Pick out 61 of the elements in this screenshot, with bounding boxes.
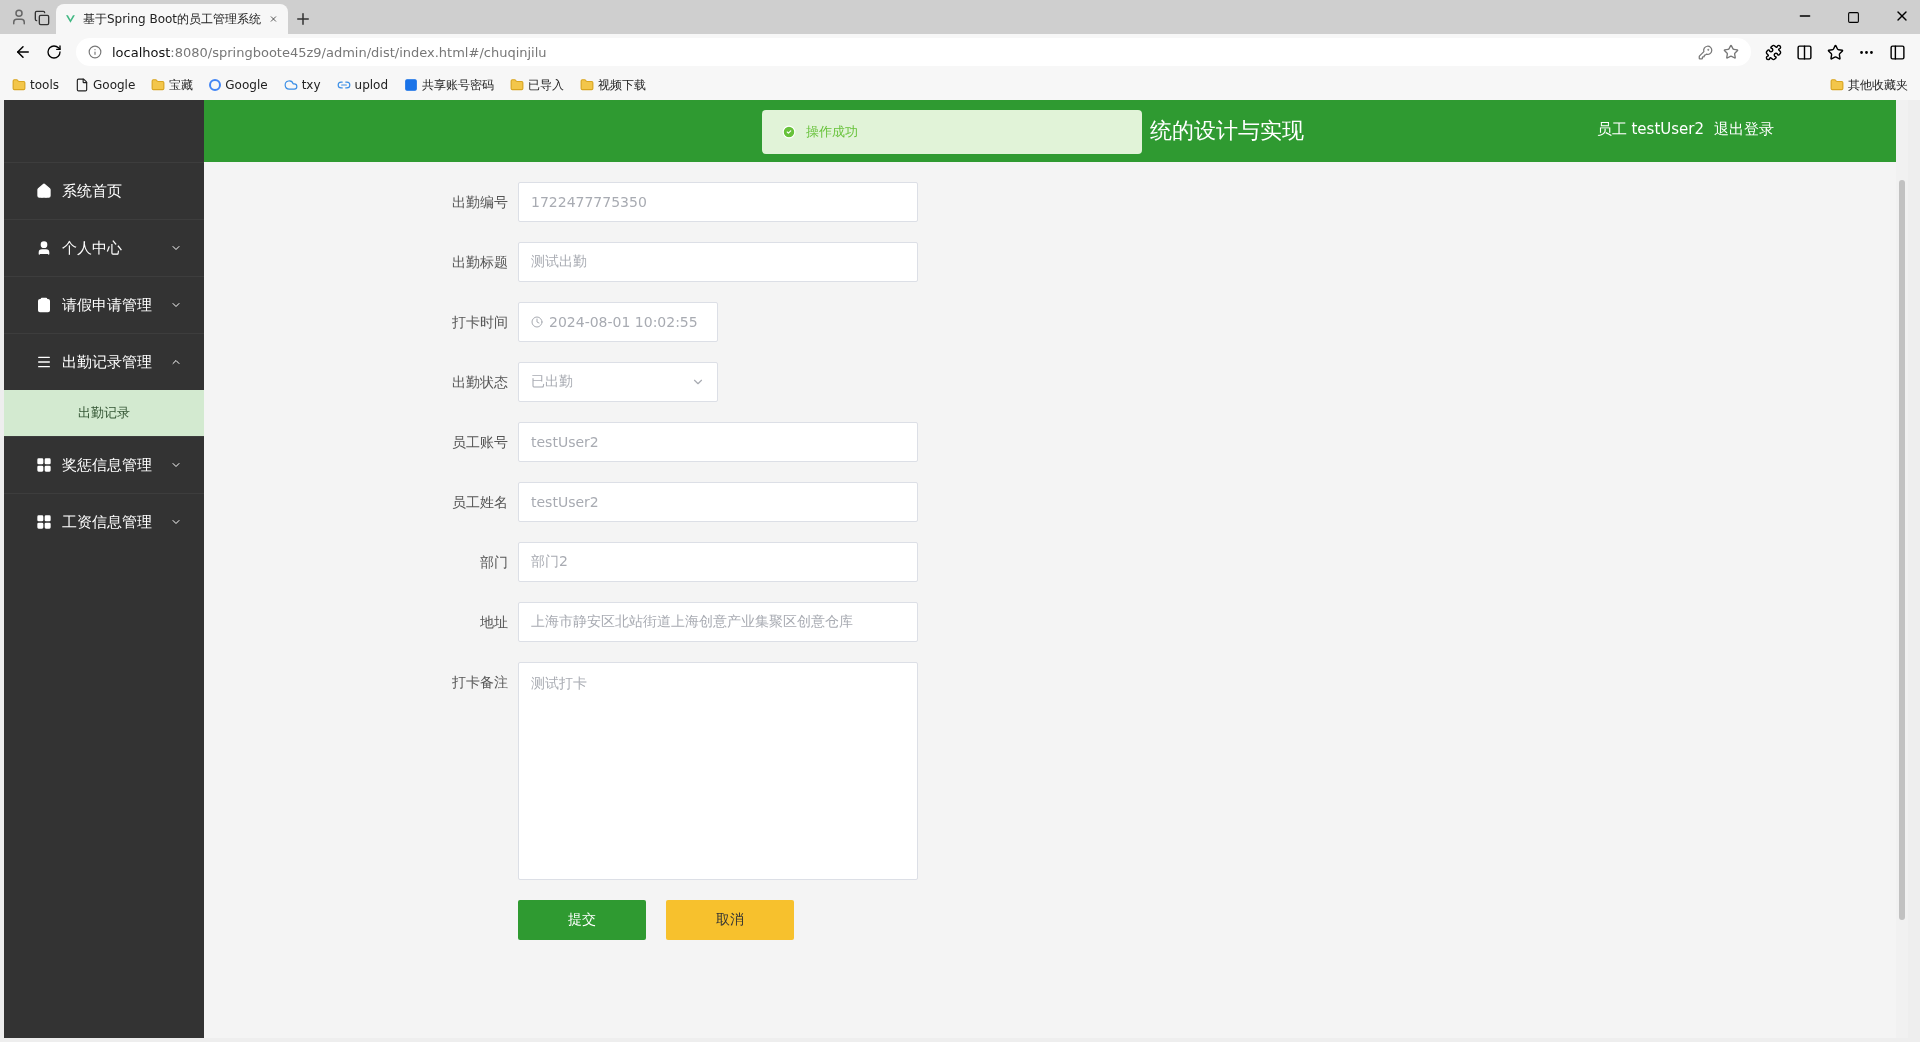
user-name: 员工 testUser2 [1596, 120, 1704, 139]
folder-icon [580, 78, 595, 92]
app-icon [404, 78, 419, 92]
bookmark[interactable]: 视频下载 [580, 76, 647, 94]
bookmark[interactable]: 宝藏 [151, 76, 194, 94]
bookmark[interactable]: 其他收藏夹 [1830, 76, 1908, 94]
folder-icon [151, 78, 166, 92]
bookmark[interactable]: tools [12, 78, 59, 92]
logout-link[interactable]: 退出登录 [1714, 120, 1774, 139]
scrollbar-thumb[interactable] [1899, 180, 1905, 920]
google-icon [209, 79, 222, 91]
vue-icon [66, 13, 75, 25]
field-label: 员工账号 [451, 433, 508, 452]
cancel-button[interactable]: 取消 [666, 900, 794, 940]
user-icon [36, 240, 52, 256]
back-icon[interactable] [14, 43, 32, 61]
clipboard-icon [36, 297, 52, 313]
link-icon [336, 78, 351, 92]
home-icon [36, 183, 52, 199]
info-icon [88, 45, 102, 59]
bookmark[interactable]: uplod [336, 78, 389, 92]
reload-icon[interactable] [46, 44, 62, 60]
bookmark[interactable]: Google [75, 78, 136, 92]
field-label: 地址 [479, 613, 508, 632]
bookmark[interactable]: 已导入 [510, 76, 565, 94]
key-icon[interactable] [1698, 44, 1713, 60]
clock-icon [531, 316, 543, 328]
extensions-icon[interactable] [1765, 43, 1782, 61]
folder-icon [12, 78, 26, 92]
field-label: 出勤编号 [451, 193, 508, 212]
field-label: 部门 [479, 553, 508, 572]
split-screen-icon[interactable] [1796, 43, 1813, 61]
star-icon[interactable] [1723, 44, 1739, 60]
new-tab-icon[interactable] [294, 10, 312, 28]
profile-icon[interactable] [10, 8, 28, 26]
favorites-icon[interactable] [1827, 43, 1844, 61]
field-label: 员工姓名 [451, 493, 508, 512]
sidebar-icon[interactable] [1889, 43, 1906, 61]
check-icon [782, 125, 796, 139]
folder-icon [1830, 78, 1844, 92]
bookmark[interactable]: txy [283, 78, 321, 92]
grid-icon [36, 457, 52, 473]
folder-icon [510, 78, 525, 92]
field-label: 打卡备注 [451, 673, 508, 692]
submenu-item[interactable]: 出勤记录 [4, 390, 204, 436]
list-icon [36, 354, 52, 370]
field-label: 出勤状态 [451, 373, 508, 392]
page-icon [75, 78, 89, 92]
bookmark[interactable]: Google [209, 78, 268, 92]
grid-icon [36, 514, 52, 530]
page-title: 统的设计与实现 [1150, 117, 1304, 145]
field-label: 出勤标题 [451, 253, 508, 272]
address-field[interactable]: localhost:8080/springboote45z9/admin/dist/index.html#/chuqinjilu [76, 38, 1751, 66]
bookmark[interactable]: 共享账号密码 [404, 76, 495, 94]
cloud-icon [283, 78, 298, 92]
tabs-icon[interactable] [34, 10, 50, 26]
field-label: 打卡时间 [451, 313, 508, 332]
maximize-icon[interactable] [1847, 11, 1860, 24]
submit-button[interactable]: 提交 [518, 900, 646, 940]
browser-tab[interactable]: 基于Spring Boot的员工管理系统 [56, 4, 288, 34]
success-toast: 操作成功 [762, 110, 1142, 154]
